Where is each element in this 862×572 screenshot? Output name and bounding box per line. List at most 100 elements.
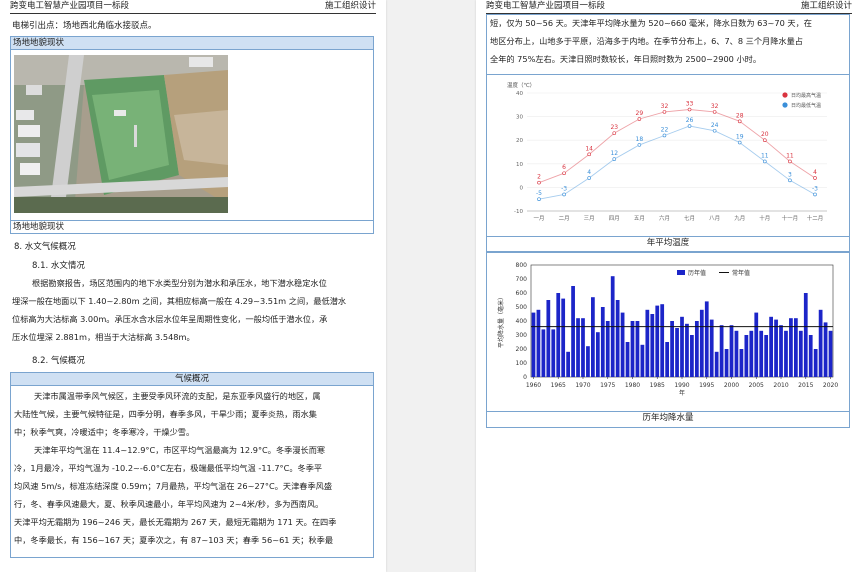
precip-bar [680, 316, 684, 377]
hydrology-line: 根据勘察报告，场区范围内的地下水类型分别为潜水和承压水，地下潜水稳定水位 [32, 278, 327, 288]
precip-bar [803, 293, 808, 377]
temp-data-point [612, 157, 617, 161]
precip-bar [813, 349, 818, 377]
precip-bar [645, 309, 650, 377]
temp-data-point [587, 176, 591, 180]
temp-data-label: 23 [610, 124, 618, 131]
precip-bar [823, 322, 828, 377]
temp-data-point [562, 192, 566, 197]
precip-x-tick-label: 1970 [575, 382, 590, 389]
climate-continued-line: 地区分布上，山地多于平原，沿海多于内地。在季节分布上，6、7、8 三个月降水量占 [490, 36, 803, 46]
precip-bar [759, 330, 764, 377]
temp-x-tick-label: 十月 [759, 214, 770, 222]
temp-data-point [537, 197, 541, 201]
precip-bar [670, 321, 674, 377]
precip-y-tick-label: 700 [516, 276, 528, 283]
temp-data-label: 22 [661, 126, 669, 133]
precip-x-tick-label: 1960 [526, 382, 541, 389]
precip-bar [650, 314, 655, 377]
temp-y-tick-label: 0 [520, 185, 524, 191]
temp-x-tick-label: 七月 [684, 214, 695, 222]
temp-x-tick-label: 八月 [709, 215, 720, 222]
precip-bar [536, 309, 541, 377]
precip-bar [744, 335, 749, 377]
precip-y-tick-label: 200 [516, 346, 528, 353]
precip-bar [531, 312, 536, 377]
temp-chart-caption: 年平均温度 [486, 236, 850, 249]
precip-bar [640, 344, 645, 377]
precipitation-bar-chart: 0 100 200 300 400 500 600 700 800 平均降水量（毫米） 1960 19… [497, 262, 838, 397]
precip-bar [690, 335, 694, 377]
precip-bar [828, 330, 833, 377]
temp-data-point [562, 171, 566, 176]
temp-y-tick-label: 20 [516, 138, 523, 144]
temp-data-label: 32 [661, 103, 669, 110]
precip-bar [749, 330, 754, 377]
temp-y-tick-label: 10 [516, 162, 523, 168]
precip-bar [586, 346, 590, 377]
climate-continued-paragraph: 短，仅为 50~56 天。天津年平均降水量为 520~660 毫米，降水日数为 … [490, 14, 846, 68]
precip-bar [660, 304, 665, 377]
temp-data-point [712, 110, 717, 114]
temp-x-tick-label: 十一月 [782, 214, 799, 222]
temp-y-tick-label: 40 [516, 91, 523, 97]
page-header: 跨变电工智慧产业园项目一标段 施工组织设计 [10, 0, 376, 14]
precip-bar [774, 319, 778, 377]
temp-data-point [737, 140, 742, 145]
climate-continued-line: 短，仅为 50~56 天。天津年平均降水量为 520~660 毫米，降水日数为 … [490, 18, 812, 28]
precip-bar [729, 325, 734, 377]
precip-y-tick-label: 0 [523, 374, 527, 381]
temp-data-label: 24 [711, 122, 719, 129]
temp-data-point [813, 192, 817, 197]
temp-y-tick-label: 30 [516, 115, 523, 121]
precip-bar [779, 325, 783, 377]
hydrology-paragraph: 根据勘察报告，场区范围内的地下水类型分别为潜水和承压水，地下潜水稳定水位 埋深一… [12, 274, 374, 346]
intro-line: 电梯引出点：场地西北角临水接驳点。 [12, 21, 157, 31]
header-project: 跨变电工智慧产业园项目一标段 [486, 1, 606, 11]
precip-bar [724, 349, 729, 377]
temp-data-point [662, 110, 667, 114]
temp-x-tick-label: 九月 [734, 214, 745, 222]
precip-bar [625, 342, 630, 377]
temp-data-label: 19 [736, 134, 744, 141]
temp-data-label: 11 [786, 152, 794, 159]
precip-bar [546, 300, 551, 377]
precip-bar [551, 329, 556, 377]
precip-x-tick-label: 1975 [600, 382, 615, 389]
temp-data-point [788, 159, 792, 164]
temp-data-label: 32 [711, 103, 719, 110]
precip-bar [734, 330, 739, 377]
temp-x-tick-label: 六月 [659, 214, 670, 222]
climate-box-title: 气候概况 [10, 372, 374, 386]
precip-bar [818, 309, 823, 377]
precip-x-tick-label: 2010 [773, 382, 788, 389]
precip-legend-marker [677, 270, 685, 275]
temp-data-point [612, 131, 617, 135]
precip-bar [600, 307, 605, 377]
header-project: 跨变电工智慧产业园项目一标段 [10, 1, 130, 11]
temp-data-point [637, 117, 642, 121]
hydrology-line: 位标高为大沽标高 3.00m。承压水含水层水位年呈周期性变化，一般均低于潜水位，… [12, 314, 328, 324]
precip-bar [714, 351, 719, 377]
temp-y-tick-label: -10 [514, 209, 523, 215]
precip-bar [615, 300, 620, 377]
temp-data-point [537, 180, 541, 185]
page-left: 跨变电工智慧产业园项目一标段 施工组织设计 电梯引出点：场地西北角临水接驳点。 … [0, 0, 386, 572]
temp-data-label: 6 [562, 164, 566, 171]
precip-x-tick-label: 2015 [798, 382, 813, 389]
precip-bar [566, 351, 571, 377]
precip-x-tick-label: 1990 [674, 382, 689, 389]
temp-data-label: 20 [761, 131, 769, 138]
precip-bar [719, 325, 724, 377]
temp-data-point [587, 152, 591, 157]
hydrology-line: 压水位埋深 2.881m，相当于大沽标高 3.548m。 [12, 332, 195, 342]
precip-bar [699, 309, 704, 377]
temp-data-label: -5 [536, 190, 542, 197]
temp-data-point [687, 124, 692, 128]
precip-bar [784, 330, 788, 377]
precip-bar [739, 349, 744, 377]
temp-data-label: 2 [537, 174, 541, 181]
section-heading-8: 8. 水文气候概况 [14, 242, 76, 252]
precip-bar [620, 312, 625, 377]
precip-bar [630, 321, 635, 377]
